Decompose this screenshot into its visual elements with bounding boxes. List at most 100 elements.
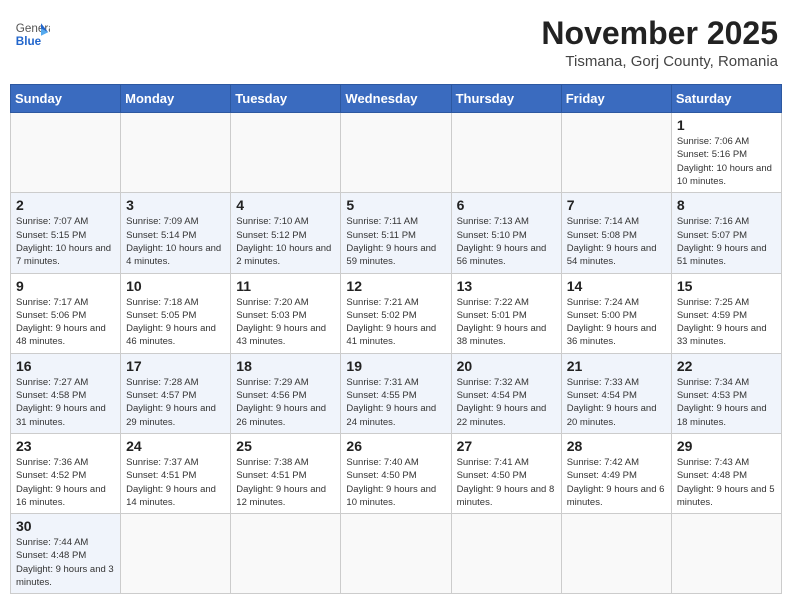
day-info: Sunrise: 7:41 AM Sunset: 4:50 PM Dayligh… — [457, 456, 556, 509]
col-header-tuesday: Tuesday — [231, 85, 341, 113]
calendar-cell: 12 Sunrise: 7:21 AM Sunset: 5:02 PM Dayli… — [341, 273, 451, 353]
calendar-cell — [451, 514, 561, 594]
day-number: 8 — [677, 197, 776, 213]
day-info: Sunrise: 7:29 AM Sunset: 4:56 PM Dayligh… — [236, 376, 335, 429]
calendar-cell: 24Sunrise: 7:37 AM Sunset: 4:51 PM Dayli… — [121, 433, 231, 513]
day-number: 9 — [16, 278, 115, 294]
calendar-cell — [561, 113, 671, 193]
calendar-cell: 20Sunrise: 7:32 AM Sunset: 4:54 PM Dayli… — [451, 353, 561, 433]
calendar-cell: 1 Sunrise: 7:06 AM Sunset: 5:16 PM Daylig… — [671, 113, 781, 193]
header: General Blue November 2025 Tismana, Gorj… — [10, 10, 782, 76]
calendar-cell: 10Sunrise: 7:18 AM Sunset: 5:05 PM Dayli… — [121, 273, 231, 353]
calendar-cell: 4Sunrise: 7:10 AM Sunset: 5:12 PM Daylig… — [231, 193, 341, 273]
day-number: 26 — [346, 438, 445, 454]
calendar-cell: 5 Sunrise: 7:11 AM Sunset: 5:11 PM Daylig… — [341, 193, 451, 273]
day-info: Sunrise: 7:34 AM Sunset: 4:53 PM Dayligh… — [677, 376, 776, 429]
calendar-cell: 13 Sunrise: 7:22 AM Sunset: 5:01 PM Dayli… — [451, 273, 561, 353]
col-header-sunday: Sunday — [11, 85, 121, 113]
day-info: Sunrise: 7:28 AM Sunset: 4:57 PM Dayligh… — [126, 376, 225, 429]
day-number: 13 — [457, 278, 556, 294]
day-info: Sunrise: 7:31 AM Sunset: 4:55 PM Dayligh… — [346, 376, 445, 429]
logo: General Blue — [14, 16, 52, 52]
calendar-cell: 30Sunrise: 7:44 AM Sunset: 4:48 PM Dayli… — [11, 514, 121, 594]
calendar-cell: 18 Sunrise: 7:29 AM Sunset: 4:56 PM Dayli… — [231, 353, 341, 433]
calendar-cell: 29 Sunrise: 7:43 AM Sunset: 4:48 PM Dayli… — [671, 433, 781, 513]
day-number: 28 — [567, 438, 666, 454]
calendar-cell: 19 Sunrise: 7:31 AM Sunset: 4:55 PM Dayli… — [341, 353, 451, 433]
day-info: Sunrise: 7:42 AM Sunset: 4:49 PM Dayligh… — [567, 456, 666, 509]
day-info: Sunrise: 7:13 AM Sunset: 5:10 PM Dayligh… — [457, 215, 556, 268]
subtitle: Tismana, Gorj County, Romania — [541, 53, 778, 70]
calendar-cell — [121, 514, 231, 594]
day-info: Sunrise: 7:20 AM Sunset: 5:03 PM Dayligh… — [236, 296, 335, 349]
calendar-cell: 6Sunrise: 7:13 AM Sunset: 5:10 PM Daylig… — [451, 193, 561, 273]
calendar-cell: 9 Sunrise: 7:17 AM Sunset: 5:06 PM Daylig… — [11, 273, 121, 353]
day-number: 11 — [236, 278, 335, 294]
col-header-friday: Friday — [561, 85, 671, 113]
day-number: 23 — [16, 438, 115, 454]
day-info: Sunrise: 7:44 AM Sunset: 4:48 PM Dayligh… — [16, 536, 115, 589]
calendar-cell: 14 Sunrise: 7:24 AM Sunset: 5:00 PM Dayli… — [561, 273, 671, 353]
calendar-table: SundayMondayTuesdayWednesdayThursdayFrid… — [10, 84, 782, 594]
calendar-cell: 11 Sunrise: 7:20 AM Sunset: 5:03 PM Dayli… — [231, 273, 341, 353]
day-info: Sunrise: 7:22 AM Sunset: 5:01 PM Dayligh… — [457, 296, 556, 349]
day-number: 29 — [677, 438, 776, 454]
calendar-header-row: SundayMondayTuesdayWednesdayThursdayFrid… — [11, 85, 782, 113]
day-info: Sunrise: 7:40 AM Sunset: 4:50 PM Dayligh… — [346, 456, 445, 509]
col-header-wednesday: Wednesday — [341, 85, 451, 113]
calendar-cell — [341, 113, 451, 193]
day-number: 16 — [16, 358, 115, 374]
day-info: Sunrise: 7:07 AM Sunset: 5:15 PM Dayligh… — [16, 215, 115, 268]
calendar-week-row: 2 Sunrise: 7:07 AM Sunset: 5:15 PM Daylig… — [11, 193, 782, 273]
day-number: 7 — [567, 197, 666, 213]
day-number: 18 — [236, 358, 335, 374]
day-number: 25 — [236, 438, 335, 454]
calendar-cell: 8Sunrise: 7:16 AM Sunset: 5:07 PM Daylig… — [671, 193, 781, 273]
title-area: November 2025 Tismana, Gorj County, Roma… — [541, 16, 778, 70]
day-number: 27 — [457, 438, 556, 454]
calendar-cell — [121, 113, 231, 193]
day-info: Sunrise: 7:32 AM Sunset: 4:54 PM Dayligh… — [457, 376, 556, 429]
calendar-cell — [341, 514, 451, 594]
day-info: Sunrise: 7:24 AM Sunset: 5:00 PM Dayligh… — [567, 296, 666, 349]
calendar-cell — [451, 113, 561, 193]
calendar-cell: 15Sunrise: 7:25 AM Sunset: 4:59 PM Dayli… — [671, 273, 781, 353]
col-header-monday: Monday — [121, 85, 231, 113]
calendar-cell: 27 Sunrise: 7:41 AM Sunset: 4:50 PM Dayli… — [451, 433, 561, 513]
calendar-week-row: 30Sunrise: 7:44 AM Sunset: 4:48 PM Dayli… — [11, 514, 782, 594]
day-number: 15 — [677, 278, 776, 294]
day-info: Sunrise: 7:06 AM Sunset: 5:16 PM Dayligh… — [677, 135, 776, 188]
day-number: 2 — [16, 197, 115, 213]
day-info: Sunrise: 7:14 AM Sunset: 5:08 PM Dayligh… — [567, 215, 666, 268]
day-number: 1 — [677, 117, 776, 133]
calendar-cell: 22Sunrise: 7:34 AM Sunset: 4:53 PM Dayli… — [671, 353, 781, 433]
day-number: 5 — [346, 197, 445, 213]
svg-text:Blue: Blue — [16, 35, 42, 48]
calendar-cell: 3 Sunrise: 7:09 AM Sunset: 5:14 PM Daylig… — [121, 193, 231, 273]
day-info: Sunrise: 7:11 AM Sunset: 5:11 PM Dayligh… — [346, 215, 445, 268]
day-info: Sunrise: 7:09 AM Sunset: 5:14 PM Dayligh… — [126, 215, 225, 268]
day-info: Sunrise: 7:43 AM Sunset: 4:48 PM Dayligh… — [677, 456, 776, 509]
day-number: 24 — [126, 438, 225, 454]
day-info: Sunrise: 7:38 AM Sunset: 4:51 PM Dayligh… — [236, 456, 335, 509]
calendar-cell: 7 Sunrise: 7:14 AM Sunset: 5:08 PM Daylig… — [561, 193, 671, 273]
day-number: 3 — [126, 197, 225, 213]
calendar-cell: 21Sunrise: 7:33 AM Sunset: 4:54 PM Dayli… — [561, 353, 671, 433]
day-number: 14 — [567, 278, 666, 294]
day-number: 12 — [346, 278, 445, 294]
main-title: November 2025 — [541, 16, 778, 51]
day-info: Sunrise: 7:27 AM Sunset: 4:58 PM Dayligh… — [16, 376, 115, 429]
calendar-week-row: 23Sunrise: 7:36 AM Sunset: 4:52 PM Dayli… — [11, 433, 782, 513]
calendar-cell — [231, 514, 341, 594]
calendar-cell — [561, 514, 671, 594]
day-info: Sunrise: 7:18 AM Sunset: 5:05 PM Dayligh… — [126, 296, 225, 349]
day-number: 21 — [567, 358, 666, 374]
day-number: 19 — [346, 358, 445, 374]
calendar-cell — [671, 514, 781, 594]
day-info: Sunrise: 7:17 AM Sunset: 5:06 PM Dayligh… — [16, 296, 115, 349]
col-header-saturday: Saturday — [671, 85, 781, 113]
calendar-week-row: 9 Sunrise: 7:17 AM Sunset: 5:06 PM Daylig… — [11, 273, 782, 353]
calendar-cell — [231, 113, 341, 193]
day-info: Sunrise: 7:21 AM Sunset: 5:02 PM Dayligh… — [346, 296, 445, 349]
calendar-cell: 25 Sunrise: 7:38 AM Sunset: 4:51 PM Dayli… — [231, 433, 341, 513]
